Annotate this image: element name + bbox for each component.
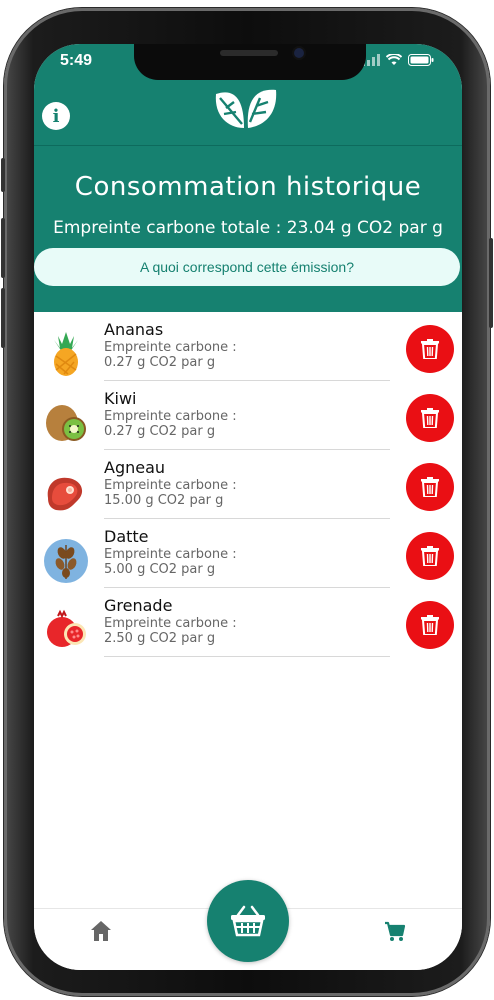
notch	[134, 44, 366, 80]
item-divider	[104, 656, 390, 657]
trash-icon	[421, 615, 439, 635]
cart-icon[interactable]	[384, 921, 406, 943]
trash-icon	[421, 408, 439, 428]
delete-button[interactable]	[406, 601, 454, 649]
list-item[interactable]: Datte Empreinte carbone : 5.00 g CO2 par…	[34, 523, 462, 592]
item-divider	[104, 380, 390, 381]
side-button	[1, 288, 5, 348]
total-emission: Empreinte carbone totale : 23.04 g CO2 p…	[53, 218, 443, 238]
list-item[interactable]: Grenade Empreinte carbone : 2.50 g CO2 p…	[34, 592, 462, 661]
side-button	[489, 238, 493, 328]
wifi-icon	[386, 54, 402, 65]
delete-button[interactable]	[406, 532, 454, 580]
trash-icon	[421, 546, 439, 566]
item-divider	[104, 449, 390, 450]
side-button	[1, 218, 5, 278]
consumption-list: Ananas Empreinte carbone : 0.27 g CO2 pa…	[34, 316, 462, 661]
home-icon[interactable]	[90, 920, 112, 942]
item-value: 0.27 g CO2 par g	[104, 355, 216, 370]
phone-frame: 5:49 i Consommation historique Empreinte…	[1, 8, 493, 996]
page-title: Consommation historique	[74, 172, 422, 202]
item-value: 15.00 g CO2 par g	[104, 493, 224, 508]
list-item[interactable]: Agneau Empreinte carbone : 15.00 g CO2 p…	[34, 454, 462, 523]
basket-icon	[231, 905, 265, 937]
item-label: Empreinte carbone :	[104, 409, 237, 424]
item-name: Datte	[104, 527, 149, 546]
camera	[294, 48, 304, 58]
item-name: Grenade	[104, 596, 173, 615]
item-divider	[104, 587, 390, 588]
screen: 5:49 i Consommation historique Empreinte…	[34, 44, 462, 970]
leaves-logo-icon	[215, 89, 277, 128]
delete-button[interactable]	[406, 325, 454, 373]
delete-button[interactable]	[406, 394, 454, 442]
item-label: Empreinte carbone :	[104, 340, 237, 355]
list-item[interactable]: Ananas Empreinte carbone : 0.27 g CO2 pa…	[34, 316, 462, 385]
trash-icon	[421, 339, 439, 359]
dates-icon	[44, 539, 88, 583]
status-icons	[362, 54, 434, 66]
item-value: 2.50 g CO2 par g	[104, 631, 216, 646]
status-time: 5:49	[60, 52, 93, 69]
item-label: Empreinte carbone :	[104, 478, 237, 493]
item-name: Kiwi	[104, 389, 137, 408]
pomegranate-icon	[47, 609, 86, 647]
item-name: Ananas	[104, 320, 164, 339]
info-icon[interactable]: i	[42, 102, 70, 130]
kiwi-icon	[46, 405, 86, 441]
list-item[interactable]: Kiwi Empreinte carbone : 0.27 g CO2 par …	[34, 385, 462, 454]
item-value: 5.00 g CO2 par g	[104, 562, 216, 577]
header: 5:49 i Consommation historique Empreinte…	[34, 44, 462, 312]
item-label: Empreinte carbone :	[104, 616, 237, 631]
emission-info-button[interactable]: A quoi correspond cette émission?	[34, 248, 460, 286]
battery-icon	[408, 54, 434, 66]
item-value: 0.27 g CO2 par g	[104, 424, 216, 439]
trash-icon	[421, 477, 439, 497]
delete-button[interactable]	[406, 463, 454, 511]
side-button	[1, 158, 5, 192]
pineapple-icon	[54, 332, 78, 376]
meat-icon	[47, 477, 83, 511]
header-divider	[34, 145, 462, 146]
item-name: Agneau	[104, 458, 166, 477]
item-label: Empreinte carbone :	[104, 547, 237, 562]
basket-button[interactable]	[207, 880, 289, 962]
item-divider	[104, 518, 390, 519]
speaker	[220, 50, 278, 56]
